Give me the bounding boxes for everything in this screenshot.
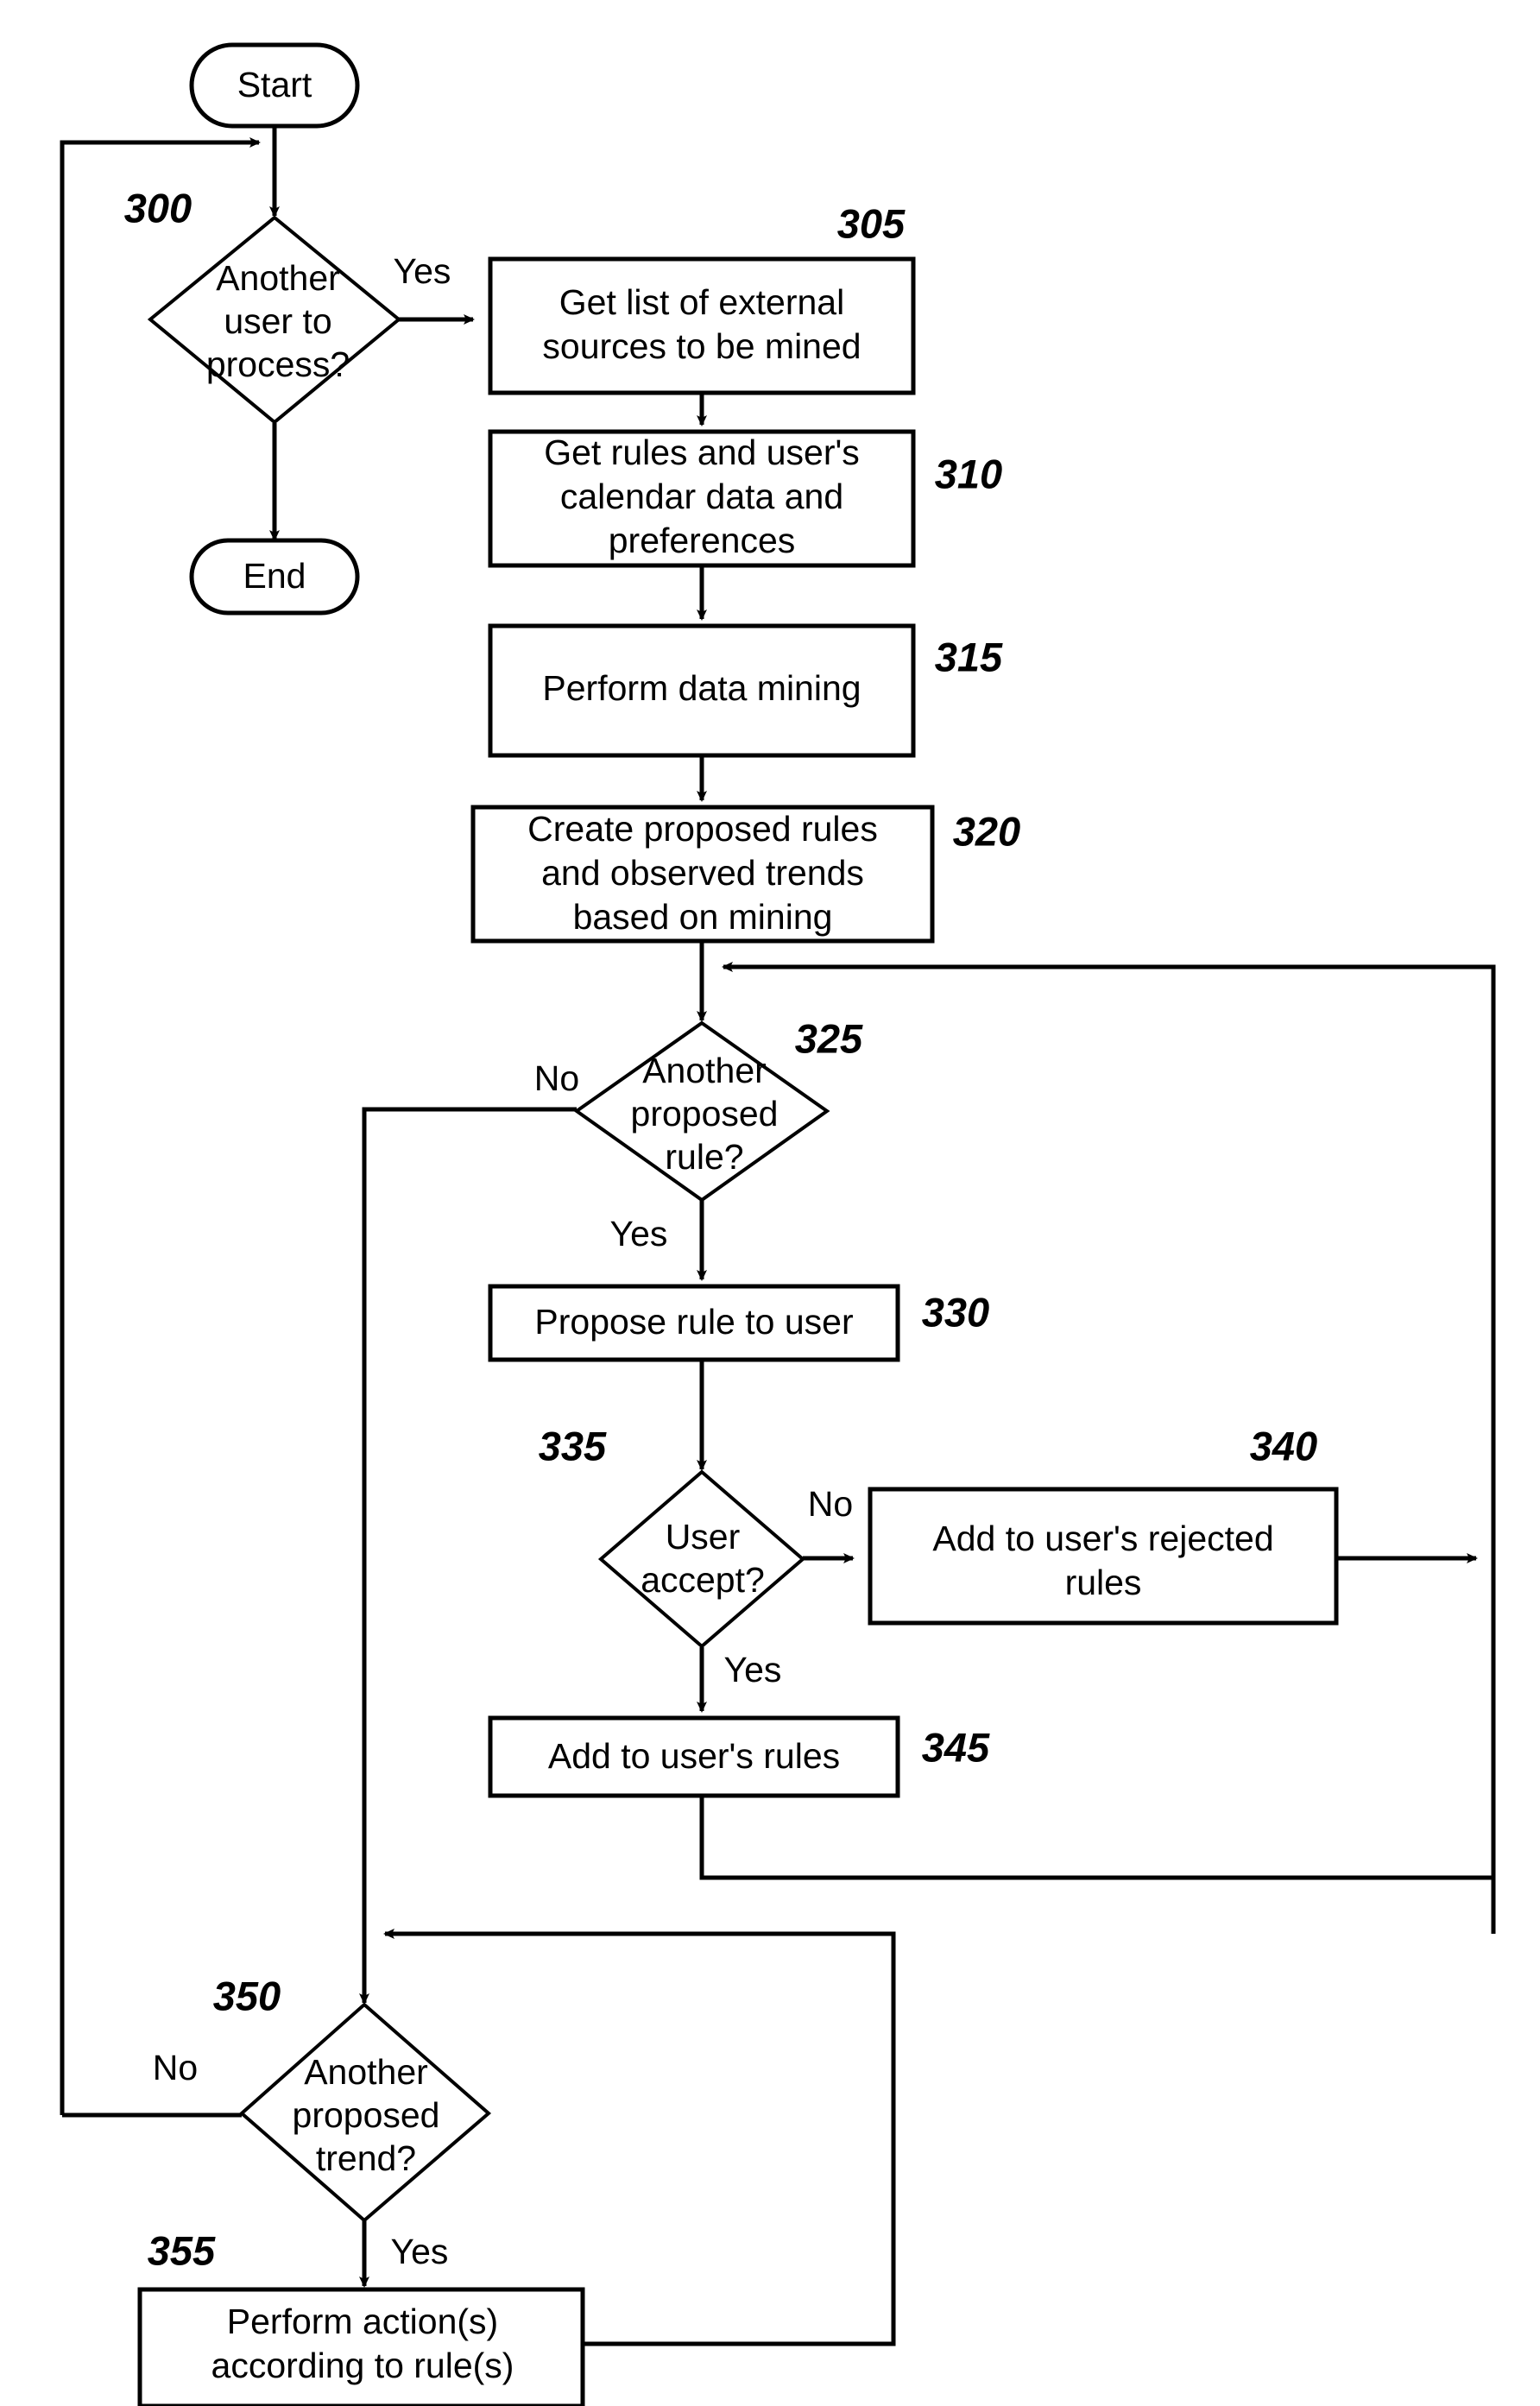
- edge-label-350-no: No: [153, 2048, 198, 2087]
- edge-345-to-bus: [699, 1796, 1493, 1880]
- node-325-line-1: Another: [642, 1051, 767, 1090]
- node-350-line-1: Another: [304, 2052, 428, 2092]
- node-start-label: Start: [237, 65, 312, 104]
- refnum-330: 330: [922, 1289, 989, 1335]
- edge-label-350-yes: Yes: [391, 2232, 449, 2271]
- node-start: Start: [189, 42, 360, 129]
- node-315-process: Perform data mining 315: [488, 623, 1003, 758]
- flowchart-canvas: Start End Another user to process? 300 G…: [0, 0, 1540, 2406]
- node-310-line-2: calendar data and: [560, 477, 843, 516]
- refnum-310: 310: [935, 451, 1002, 496]
- refnum-355: 355: [148, 2227, 216, 2273]
- refnum-305: 305: [837, 200, 906, 246]
- node-325-line-3: rule?: [665, 1137, 743, 1177]
- refnum-335: 335: [539, 1423, 607, 1468]
- node-310-line-1: Get rules and user's: [544, 433, 860, 472]
- node-325-decision: Another proposed rule? 325: [573, 1015, 863, 1203]
- node-300-line-2: user to: [224, 301, 331, 341]
- edge-325-no-to-350: [359, 1107, 577, 2005]
- node-335-line-2: accept?: [641, 1560, 765, 1600]
- refnum-300: 300: [124, 185, 192, 230]
- node-330-process: Propose rule to user 330: [488, 1284, 989, 1362]
- refnum-340: 340: [1250, 1423, 1317, 1468]
- refnum-350: 350: [213, 1973, 281, 2018]
- refnum-315: 315: [935, 634, 1003, 679]
- node-315-line-1: Perform data mining: [542, 668, 861, 708]
- edge-label-335-no: No: [808, 1484, 853, 1524]
- node-345-process: Add to user's rules 345: [488, 1715, 990, 1798]
- node-305-process: Get list of external sources to be mined…: [488, 200, 916, 395]
- edge-350no-return-to-300: [60, 137, 261, 2115]
- refnum-320: 320: [953, 808, 1020, 854]
- node-320-line-1: Create proposed rules: [527, 809, 878, 849]
- node-300-line-1: Another: [216, 258, 340, 298]
- refnum-345: 345: [922, 1724, 990, 1770]
- node-350-line-3: trend?: [316, 2138, 416, 2178]
- node-340-process: Add to user's rejected rules 340: [868, 1423, 1339, 1626]
- edge-label-325-no: No: [534, 1058, 579, 1098]
- edge-label-300-yes: Yes: [394, 251, 451, 291]
- node-355-line-1: Perform action(s): [227, 2302, 498, 2341]
- edge-label-335-yes: Yes: [724, 1650, 782, 1689]
- node-340-line-2: rules: [1065, 1563, 1142, 1602]
- refnum-325: 325: [795, 1015, 863, 1061]
- node-325-line-2: proposed: [631, 1094, 779, 1134]
- node-345-line-1: Add to user's rules: [548, 1736, 840, 1776]
- node-320-process: Create proposed rules and observed trend…: [470, 805, 1020, 944]
- node-340-line-1: Add to user's rejected: [932, 1519, 1273, 1558]
- node-300-decision: Another user to process? 300: [124, 185, 402, 425]
- node-335-line-1: User: [666, 1517, 741, 1557]
- node-350-line-2: proposed: [293, 2095, 440, 2135]
- node-end: End: [189, 538, 360, 616]
- flowchart-svg: Start End Another user to process? 300 G…: [60, 42, 1496, 2406]
- node-330-line-1: Propose rule to user: [534, 1302, 853, 1342]
- node-300-line-3: process?: [206, 344, 350, 384]
- node-310-process: Get rules and user's calendar data and p…: [488, 429, 1002, 568]
- node-305-line-1: Get list of external: [559, 282, 844, 322]
- node-350-decision: Another proposed trend? 350: [213, 1973, 492, 2223]
- node-335-decision: User accept? 335: [539, 1423, 806, 1649]
- node-355-process: Perform action(s) according to rule(s) 3…: [137, 2227, 585, 2406]
- node-355-line-2: according to rule(s): [211, 2346, 514, 2385]
- node-320-line-3: based on mining: [573, 897, 833, 937]
- node-end-label: End: [243, 556, 306, 596]
- edge-label-325-yes: Yes: [610, 1214, 668, 1254]
- node-310-line-3: preferences: [609, 521, 796, 560]
- node-320-line-2: and observed trends: [541, 853, 864, 893]
- node-305-line-2: sources to be mined: [542, 326, 861, 366]
